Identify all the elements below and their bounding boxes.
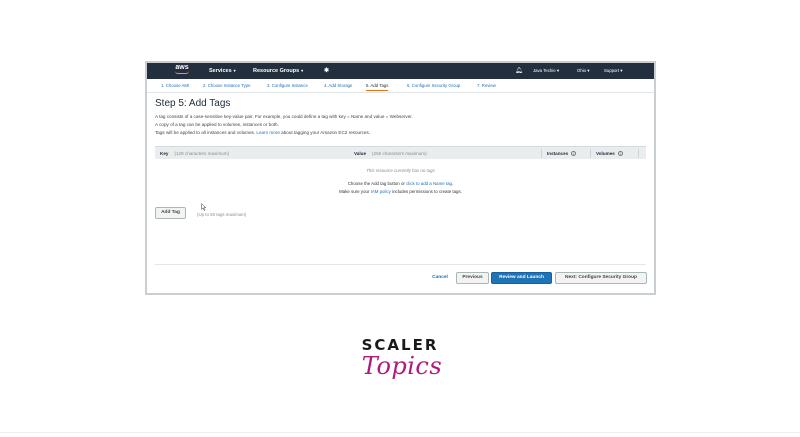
iam-policy-hint-text: Make sure your <box>339 189 370 194</box>
column-divider <box>638 149 639 158</box>
empty-state-hint-suffix: . <box>452 181 454 186</box>
services-menu[interactable]: Services ▾ <box>209 68 236 74</box>
step-configure-instance[interactable]: 3. Configure Instance <box>267 83 308 88</box>
chevron-down-icon: ▾ <box>556 68 559 73</box>
next-configure-security-group-button[interactable]: Next: Configure Security Group <box>555 272 647 284</box>
column-key-hint: (128 characters maximum) <box>174 151 230 156</box>
column-divider <box>541 149 542 158</box>
empty-state-hint-text: Choose the Add tag button or <box>347 181 405 186</box>
add-name-tag-link[interactable]: click to add a Name tag <box>406 181 452 186</box>
column-value-hint: (256 characters maximum) <box>372 151 427 156</box>
chevron-down-icon: ▾ <box>233 68 236 73</box>
step-add-tags[interactable]: 5. Add Tags <box>366 83 389 91</box>
description-line-3-suffix: about tagging your Amazon EC2 resources. <box>281 130 371 135</box>
description-line-3-text: Tags will be applied to all instances an… <box>155 130 256 135</box>
column-value-label: Value <box>354 151 367 156</box>
step-configure-security-group[interactable]: 6. Configure Security Group <box>407 83 460 88</box>
tags-table-header: Key (128 characters maximum) Value (256 ch… <box>155 146 646 159</box>
resource-groups-label: Resource Groups <box>253 68 300 74</box>
description-line-3: Tags will be applied to all instances an… <box>155 130 370 135</box>
previous-button[interactable]: Previous <box>456 272 489 284</box>
support-label: Support <box>604 68 620 73</box>
bell-icon[interactable]: 🔔︎ <box>515 67 523 74</box>
description-line-1: A tag consists of a case-sensitive key-v… <box>155 114 413 119</box>
review-and-launch-button[interactable]: Review and Launch <box>491 272 552 284</box>
support-menu[interactable]: Support ▾ <box>604 68 622 74</box>
services-label: Services <box>209 68 232 74</box>
column-divider <box>590 149 591 158</box>
pin-icon[interactable]: ✱ <box>324 67 329 74</box>
column-value: Value (256 characters maximum) <box>354 151 427 156</box>
tag-limit-note: (Up to 50 tags maximum) <box>197 212 247 217</box>
scaler-topics-logo: SCALER Topics <box>340 336 460 380</box>
learn-more-link[interactable]: Learn more <box>256 130 280 135</box>
brand-topics: Topics <box>361 352 443 380</box>
aws-topbar: aws Services ▾ Resource Groups ▾ ✱ 🔔︎ Java… <box>147 63 654 79</box>
column-volumes: Volumes i <box>596 151 623 156</box>
chevron-down-icon: ▾ <box>587 68 590 73</box>
column-key-label: Key <box>160 151 169 156</box>
chevron-down-icon: ▾ <box>620 68 623 73</box>
step-choose-instance-type[interactable]: 2. Choose Instance Type <box>203 83 250 88</box>
aws-console-screenshot: aws Services ▾ Resource Groups ▾ ✱ 🔔︎ Java… <box>145 61 656 295</box>
footer-divider <box>0 432 800 433</box>
column-instances-label: Instances <box>547 151 569 156</box>
cancel-button[interactable]: Cancel <box>427 272 453 284</box>
aws-logo[interactable]: aws <box>173 64 191 78</box>
aws-logo-text: aws <box>175 64 189 71</box>
divider <box>155 264 646 265</box>
iam-policy-hint: Make sure your IAM policy includes permi… <box>147 189 654 194</box>
region-label: Ohio <box>577 68 587 73</box>
region-menu[interactable]: Ohio ▾ <box>577 68 589 74</box>
page-title: Step 5: Add Tags <box>155 98 231 109</box>
chevron-down-icon: ▾ <box>301 68 304 73</box>
empty-state-hint: Choose the Add tag button or click to ad… <box>147 181 654 186</box>
wizard-steps: 1. Choose AMI 2. Choose Instance Type 3.… <box>147 79 654 93</box>
user-menu[interactable]: Java Techie ▾ <box>533 68 559 74</box>
mouse-cursor-icon <box>201 203 207 211</box>
page: aws Services ▾ Resource Groups ▾ ✱ 🔔︎ Java… <box>0 0 800 437</box>
column-key: Key (128 characters maximum) <box>160 151 229 156</box>
user-label: Java Techie <box>533 68 556 73</box>
info-icon[interactable]: i <box>617 151 623 156</box>
description-line-2: A copy of a tag can be applied to volume… <box>155 122 279 127</box>
step-review[interactable]: 7. Review <box>477 83 496 88</box>
iam-policy-hint-suffix: includes permissions to create tags. <box>392 189 462 194</box>
info-icon[interactable]: i <box>571 151 577 156</box>
step-add-storage[interactable]: 4. Add Storage <box>324 83 352 88</box>
column-instances: Instances i <box>547 151 577 156</box>
step-choose-ami[interactable]: 1. Choose AMI <box>161 83 189 88</box>
column-volumes-label: Volumes <box>596 151 615 156</box>
iam-policy-link[interactable]: IAM policy <box>371 189 391 194</box>
resource-groups-menu[interactable]: Resource Groups ▾ <box>253 68 303 74</box>
empty-state-message: This resource currently has no tags <box>366 168 435 173</box>
add-tag-button[interactable]: Add Tag <box>155 207 186 219</box>
